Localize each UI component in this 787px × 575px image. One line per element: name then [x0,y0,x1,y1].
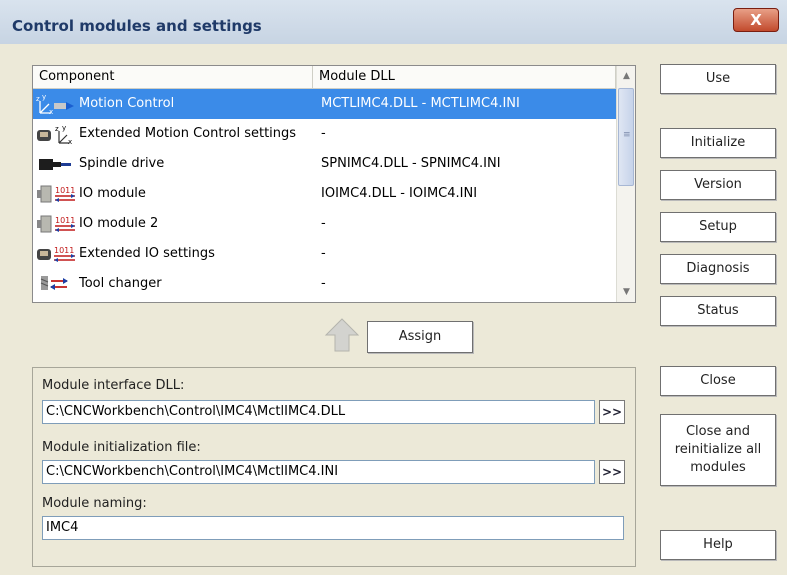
window-close-button[interactable]: X [733,8,779,32]
io-module-icon: 1011 [37,185,75,203]
module-naming-field[interactable]: IMC4 [42,516,624,540]
module-init-file-field[interactable]: C:\CNCWorkbench\Control\IMC4\MctlIMC4.IN… [42,460,595,484]
list-item-label: Spindle drive [79,156,165,171]
list-header: Component Module DLL [33,66,616,89]
module-naming-label: Module naming: [42,496,147,511]
list-item-dll: SPNIMC4.DLL - SPNIMC4.INI [321,156,501,171]
svg-text:y: y [42,93,46,101]
list-item-label: Extended Motion Control settings [79,126,297,141]
motion-axes-icon: z yx [36,93,74,115]
list-item-io-module[interactable]: 1011 IO module IOIMC4.DLL - IOIMC4.INI [33,179,616,209]
list-item-spindle-drive[interactable]: Spindle drive SPNIMC4.DLL - SPNIMC4.INI [33,149,616,179]
button-line: reinitialize all [674,442,762,457]
list-item-dll: MCTLIMC4.DLL - MCTLIMC4.INI [313,89,616,119]
browse-init-file-button[interactable]: >> [599,460,625,484]
list-item-label: Tool changer [79,276,162,291]
list-item-dll: - [321,246,326,261]
module-interface-field[interactable]: C:\CNCWorkbench\Control\IMC4\MctlIMC4.DL… [42,400,595,424]
component-list[interactable]: Component Module DLL z y x Motion Control M… [32,65,636,303]
svg-text:x: x [68,138,72,145]
grip-icon: ≡ [623,130,631,140]
list-item-dll: - [321,216,326,231]
close-button[interactable]: Close [660,366,776,396]
initialize-button[interactable]: Initialize [660,128,776,158]
browse-interface-button[interactable]: >> [599,400,625,424]
column-header-component[interactable]: Component [33,66,313,88]
button-line: Close and [685,424,750,439]
list-item-io-module-2[interactable]: 1011 IO module 2 - [33,209,616,239]
setup-button[interactable]: Setup [660,212,776,242]
close-and-reinitialize-button[interactable]: Close and reinitialize all modules [660,414,776,486]
use-button[interactable]: Use [660,64,776,94]
list-item-extended-io-settings[interactable]: 1011 Extended IO settings - [33,239,616,269]
svg-text:1011: 1011 [54,246,74,255]
list-item-label: IO module 2 [79,216,159,231]
svg-text:1011: 1011 [55,186,75,195]
assign-button[interactable]: Assign [367,321,473,353]
button-line: modules [690,460,746,475]
tool-changer-icon [40,276,68,290]
spindle-drive-icon [39,159,71,170]
svg-text:z: z [55,125,59,133]
svg-text:x: x [49,108,53,115]
module-init-file-label: Module initialization file: [42,440,201,455]
title-bar: Control modules and settings X [0,0,787,44]
diagnosis-button[interactable]: Diagnosis [660,254,776,284]
scrollbar-thumb[interactable]: ≡ [618,88,634,186]
list-scrollbar[interactable]: ▲ ≡ ▼ [616,66,635,302]
list-item-dll: - [321,276,326,291]
list-item-dll: IOIMC4.DLL - IOIMC4.INI [321,186,478,201]
version-button[interactable]: Version [660,170,776,200]
column-header-module-dll[interactable]: Module DLL [313,66,616,88]
extended-motion-settings-icon: z yx [37,124,72,145]
list-item-tool-changer[interactable]: Tool changer - [33,269,616,299]
io-module-2-icon: 1011 [37,215,75,233]
scroll-up-icon[interactable]: ▲ [617,66,635,86]
up-arrow-icon [324,318,360,352]
svg-text:y: y [62,124,66,132]
list-item-dll: - [321,126,326,141]
list-item-label: Motion Control [79,89,175,119]
module-interface-label: Module interface DLL: [42,378,185,393]
extended-io-settings-icon: 1011 [37,246,75,262]
scroll-down-icon[interactable]: ▼ [617,282,635,302]
list-item-motion-control[interactable]: z y x Motion Control MCTLIMC4.DLL - MCTLIMC… [33,89,616,119]
status-button[interactable]: Status [660,296,776,326]
window-title: Control modules and settings [12,17,262,35]
svg-text:1011: 1011 [55,216,75,225]
list-item-label: Extended IO settings [79,246,215,261]
list-item-extended-motion-settings[interactable]: z y x Extended Motion Control settings - [33,119,616,149]
list-item-label: IO module [79,186,146,201]
help-button[interactable]: Help [660,530,776,560]
